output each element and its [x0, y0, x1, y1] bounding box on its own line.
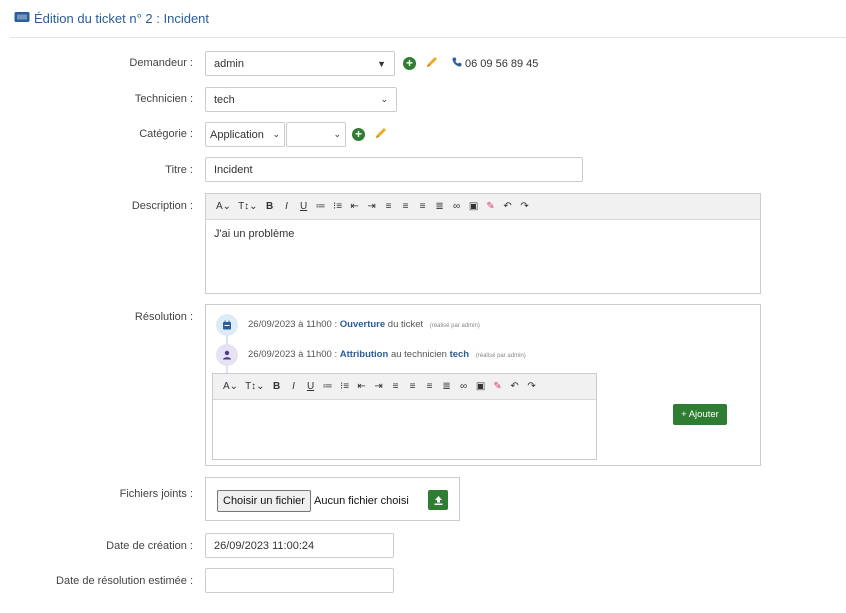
- resolution-panel: 26/09/2023 à 11h00 : Ouverture du ticket…: [205, 304, 761, 466]
- bold-button[interactable]: B: [272, 380, 282, 394]
- event-action: Attribution: [339, 349, 389, 360]
- redo-icon[interactable]: ↷: [527, 380, 537, 394]
- image-icon[interactable]: ▣: [476, 380, 486, 394]
- caret-down-icon: ▼: [377, 58, 386, 69]
- header-divider: [10, 37, 846, 38]
- font-color-button[interactable]: A⌄: [223, 380, 238, 394]
- choose-file-button[interactable]: Choisir un fichier: [217, 490, 311, 512]
- plus-icon: +: [681, 409, 687, 420]
- indent-icon[interactable]: ⇥: [367, 200, 377, 214]
- description-text: J'ai un problème: [214, 228, 295, 240]
- titre-value: Incident: [214, 163, 253, 176]
- align-left-icon[interactable]: ≡: [384, 200, 394, 214]
- italic-button[interactable]: I: [289, 380, 299, 394]
- fichiers-label: Fichiers joints :: [119, 488, 193, 500]
- event-author: (réalisé par admin): [429, 323, 480, 329]
- calendar-icon: [216, 314, 238, 336]
- italic-button[interactable]: I: [282, 200, 292, 214]
- bullet-list-icon[interactable]: ≔: [323, 380, 333, 394]
- categorie-select[interactable]: Application ⌄: [205, 122, 285, 147]
- undo-icon[interactable]: ↶: [510, 380, 520, 394]
- undo-icon[interactable]: ↶: [503, 200, 513, 214]
- font-color-button[interactable]: A⌄: [216, 200, 231, 214]
- add-resolution-label: Ajouter: [688, 409, 719, 420]
- event-text: au technicien: [390, 349, 447, 360]
- align-justify-icon[interactable]: ≣: [442, 380, 452, 394]
- font-size-button[interactable]: T↕⌄: [238, 200, 258, 214]
- pencil-icon[interactable]: [374, 126, 388, 143]
- align-center-icon[interactable]: ≡: [401, 200, 411, 214]
- underline-button[interactable]: U: [306, 380, 316, 394]
- pencil-icon[interactable]: [425, 55, 439, 72]
- underline-button[interactable]: U: [299, 200, 309, 214]
- file-upload-panel: Choisir un fichier Aucun fichier choisi: [205, 477, 460, 521]
- numbered-list-icon[interactable]: ⁝≡: [340, 380, 350, 394]
- link-icon[interactable]: ∞: [452, 200, 462, 214]
- demandeur-value: admin: [214, 57, 244, 70]
- user-icon: [216, 344, 238, 366]
- page-title: Édition du ticket n° 2 : Incident: [14, 11, 209, 26]
- no-file-text: Aucun fichier choisi: [314, 495, 409, 507]
- event-text: du ticket: [387, 319, 424, 330]
- align-right-icon[interactable]: ≡: [425, 380, 435, 394]
- categorie-label: Catégorie :: [139, 128, 193, 140]
- event-action: Ouverture: [339, 319, 386, 330]
- chevron-down-icon: ⌄: [272, 129, 280, 139]
- event-date: 26/09/2023 à 11h00 :: [248, 349, 338, 360]
- bullet-list-icon[interactable]: ≔: [316, 200, 326, 214]
- numbered-list-icon[interactable]: ⁝≡: [333, 200, 343, 214]
- phone-icon: [452, 57, 462, 70]
- technicien-select[interactable]: tech ⌄: [205, 87, 397, 112]
- eraser-icon[interactable]: ✎: [493, 380, 503, 394]
- ticket-icon: [14, 11, 30, 26]
- outdent-icon[interactable]: ⇤: [350, 200, 360, 214]
- align-right-icon[interactable]: ≡: [418, 200, 428, 214]
- upload-button[interactable]: [428, 490, 448, 510]
- font-size-button[interactable]: T↕⌄: [245, 380, 265, 394]
- categorie-value: Application: [210, 128, 264, 141]
- chevron-down-icon: ⌄: [333, 129, 341, 139]
- upload-icon: [434, 495, 442, 505]
- event-date: 26/09/2023 à 11h00 :: [248, 319, 338, 330]
- resolution-label: Résolution :: [134, 311, 193, 323]
- date-resolution-input[interactable]: [205, 568, 394, 593]
- editor-toolbar: A⌄ T↕⌄ B I U ≔ ⁝≡ ⇤ ⇥ ≡ ≡ ≡ ≣ ∞ ▣ ✎ ↶ ↷: [206, 194, 760, 220]
- technicien-label: Technicien :: [134, 93, 193, 105]
- timeline-event: 26/09/2023 à 11h00 : Attribution au tech…: [248, 349, 526, 360]
- demandeur-phone: 06 09 56 89 45: [452, 57, 538, 70]
- date-resolution-label: Date de résolution estimée :: [56, 575, 193, 587]
- indent-icon[interactable]: ⇥: [374, 380, 384, 394]
- image-icon[interactable]: ▣: [469, 200, 479, 214]
- demandeur-label: Demandeur :: [129, 57, 193, 69]
- outdent-icon[interactable]: ⇤: [357, 380, 367, 394]
- editor-toolbar: A⌄ T↕⌄ B I U ≔ ⁝≡ ⇤ ⇥ ≡ ≡ ≡ ≣ ∞ ▣ ✎ ↶ ↷: [213, 374, 596, 400]
- add-categorie-button[interactable]: +: [352, 128, 365, 141]
- resolution-editor[interactable]: A⌄ T↕⌄ B I U ≔ ⁝≡ ⇤ ⇥ ≡ ≡ ≡ ≣ ∞ ▣ ✎ ↶ ↷: [212, 373, 597, 460]
- titre-input[interactable]: Incident: [205, 157, 583, 182]
- technicien-value: tech: [214, 93, 235, 106]
- page-title-text: Édition du ticket n° 2 : Incident: [34, 11, 210, 26]
- align-left-icon[interactable]: ≡: [391, 380, 401, 394]
- chevron-down-icon: ⌄: [380, 94, 388, 104]
- date-creation-value: 26/09/2023 11:00:24: [214, 539, 315, 552]
- sous-categorie-select[interactable]: ⌄: [286, 122, 346, 147]
- timeline-event: 26/09/2023 à 11h00 : Ouverture du ticket…: [248, 319, 480, 330]
- redo-icon[interactable]: ↷: [520, 200, 530, 214]
- eraser-icon[interactable]: ✎: [486, 200, 496, 214]
- add-resolution-button[interactable]: + Ajouter: [673, 404, 727, 425]
- link-icon[interactable]: ∞: [459, 380, 469, 394]
- date-creation-input[interactable]: 26/09/2023 11:00:24: [205, 533, 394, 558]
- align-center-icon[interactable]: ≡: [408, 380, 418, 394]
- titre-label: Titre :: [165, 164, 193, 176]
- phone-number: 06 09 56 89 45: [465, 57, 539, 70]
- add-demandeur-button[interactable]: +: [403, 57, 416, 70]
- event-target: tech: [449, 349, 470, 360]
- description-label: Description :: [131, 200, 193, 212]
- description-editor[interactable]: A⌄ T↕⌄ B I U ≔ ⁝≡ ⇤ ⇥ ≡ ≡ ≡ ≣ ∞ ▣ ✎ ↶ ↷ …: [205, 193, 761, 294]
- bold-button[interactable]: B: [265, 200, 275, 214]
- event-author: (réalisé par admin): [475, 353, 526, 359]
- align-justify-icon[interactable]: ≣: [435, 200, 445, 214]
- demandeur-select[interactable]: admin ▼: [205, 51, 395, 76]
- date-creation-label: Date de création :: [106, 540, 193, 552]
